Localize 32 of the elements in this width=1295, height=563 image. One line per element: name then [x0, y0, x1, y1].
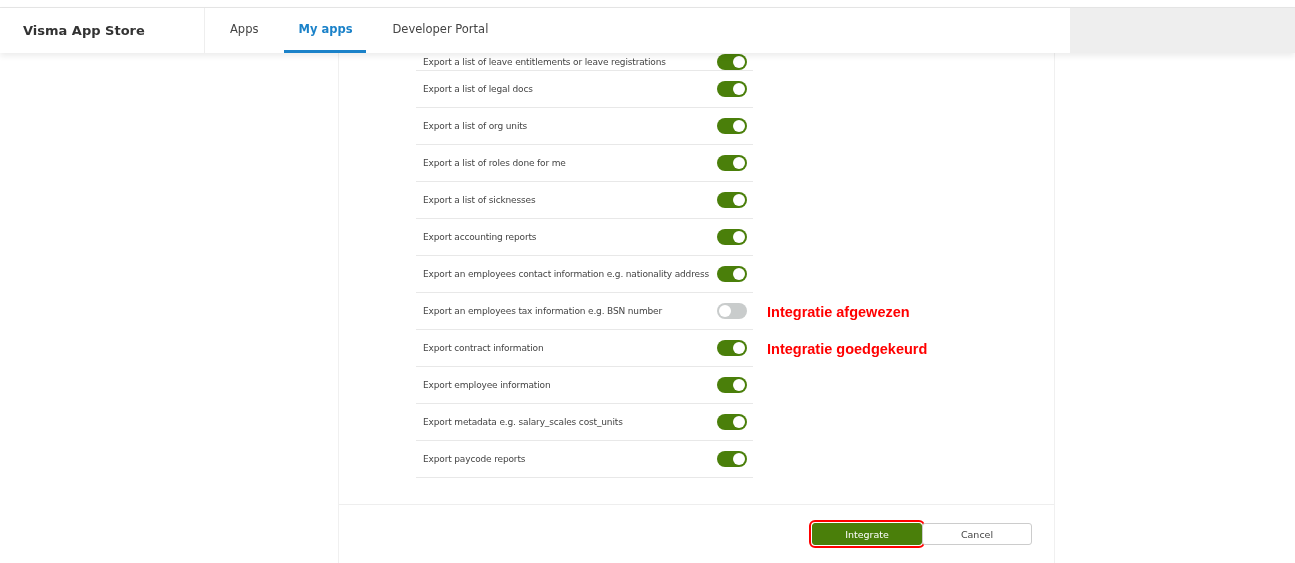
permission-label: Export an employees tax information e.g. BSN number — [423, 306, 663, 316]
permission-label: Export accounting reports — [423, 232, 537, 242]
toggle-switch[interactable] — [717, 155, 747, 171]
cancel-button[interactable]: Cancel — [922, 523, 1032, 545]
nav-tab[interactable]: Developer Portal — [378, 8, 503, 53]
permission-label: Export a list of roles done for me — [423, 158, 566, 168]
nav-tab[interactable]: My apps — [284, 8, 367, 53]
app-store-title: Visma App Store — [0, 8, 205, 53]
permission-label: Export a list of leave entitlements or leave registrations — [423, 56, 666, 67]
annotation-text: Integratie goedgekeurd — [767, 340, 928, 357]
toggle-switch[interactable] — [717, 118, 747, 134]
permission-label: Export an employees contact information e.g. nationality address — [423, 269, 709, 279]
permission-label: Export a list of org units — [423, 121, 528, 131]
permission-label: Export paycode reports — [423, 454, 526, 464]
toggle-switch[interactable] — [717, 414, 747, 430]
permission-label: Export metadata e.g. salary_scales cost_units — [423, 417, 623, 427]
annotation-text: Integratie afgewezen — [767, 303, 910, 320]
integrate-button[interactable]: Integrate — [812, 523, 922, 545]
toggle-switch[interactable] — [717, 451, 747, 467]
toggle-switch[interactable] — [717, 340, 747, 356]
permission-label: Export employee information — [423, 380, 551, 390]
permission-label: Export a list of legal docs — [423, 84, 533, 94]
permission-label: Export contract information — [423, 343, 544, 353]
toggle-switch[interactable] — [717, 81, 747, 97]
toggle-switch[interactable] — [717, 192, 747, 208]
nav-tab[interactable]: Apps — [216, 8, 273, 53]
permission-label: Export a list of sicknesses — [423, 195, 536, 205]
toggle-switch[interactable] — [717, 303, 747, 319]
toggle-switch[interactable] — [717, 377, 747, 393]
toggle-switch[interactable] — [717, 229, 747, 245]
toggle-switch[interactable] — [717, 53, 747, 70]
toggle-switch[interactable] — [717, 266, 747, 282]
